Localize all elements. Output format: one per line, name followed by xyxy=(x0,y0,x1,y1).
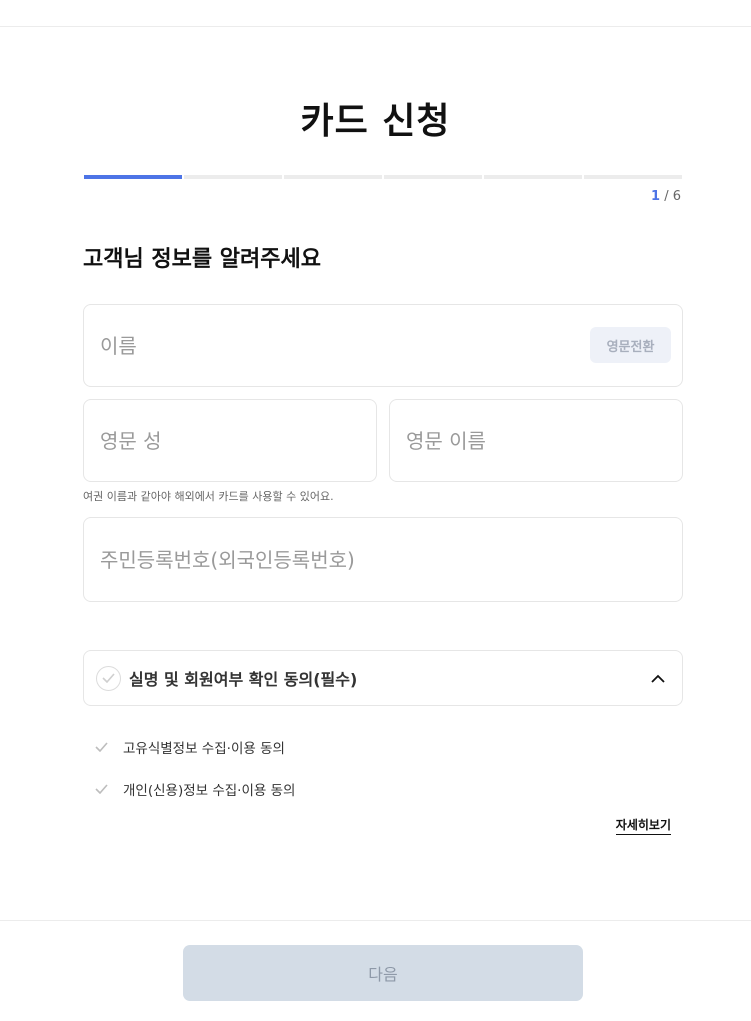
progress-segment xyxy=(184,175,282,179)
rrn-field-container xyxy=(83,517,683,602)
name-hint: 여권 이름과 같아야 해외에서 카드를 사용할 수 있어요. xyxy=(83,490,334,503)
step-total: 6 xyxy=(672,189,681,204)
chevron-up-icon[interactable] xyxy=(648,668,668,688)
step-indicator: 1 / 6 xyxy=(651,189,681,204)
progress-segment-active xyxy=(84,175,182,179)
top-divider xyxy=(0,26,751,27)
english-last-name-container xyxy=(83,399,377,482)
consent-accordion[interactable]: 실명 및 회원여부 확인 동의(필수) xyxy=(83,650,683,706)
consent-item-unique-id[interactable]: 고유식별정보 수집·이용 동의 xyxy=(95,737,285,757)
progress-segment xyxy=(384,175,482,179)
progress-segment xyxy=(284,175,382,179)
consent-item-label: 고유식별정보 수집·이용 동의 xyxy=(123,741,285,757)
footer-divider xyxy=(0,920,751,921)
name-field-container: 영문전환 xyxy=(83,304,683,387)
step-separator: / xyxy=(664,189,669,204)
consent-item-personal-credit[interactable]: 개인(신용)정보 수집·이용 동의 xyxy=(95,779,295,799)
progress-bar xyxy=(84,175,682,179)
consent-item-label: 개인(신용)정보 수집·이용 동의 xyxy=(123,783,296,799)
progress-segment xyxy=(584,175,682,179)
english-first-name-input[interactable] xyxy=(390,400,682,481)
rrn-input[interactable] xyxy=(84,518,682,601)
step-current: 1 xyxy=(651,189,661,204)
view-details-link[interactable]: 자세히보기 xyxy=(615,816,671,835)
english-first-name-container xyxy=(389,399,683,482)
page-title: 카드 신청 xyxy=(300,101,451,142)
progress-segment xyxy=(484,175,582,179)
english-toggle-button[interactable]: 영문전환 xyxy=(590,327,671,363)
check-icon xyxy=(95,781,111,797)
check-icon xyxy=(95,739,111,755)
english-last-name-input[interactable] xyxy=(84,400,376,481)
consent-check-icon[interactable] xyxy=(96,665,121,691)
next-button[interactable]: 다음 xyxy=(183,945,583,1001)
consent-title: 실명 및 회원여부 확인 동의(필수) xyxy=(129,670,358,689)
form-heading: 고객님 정보를 알려주세요 xyxy=(83,247,321,272)
